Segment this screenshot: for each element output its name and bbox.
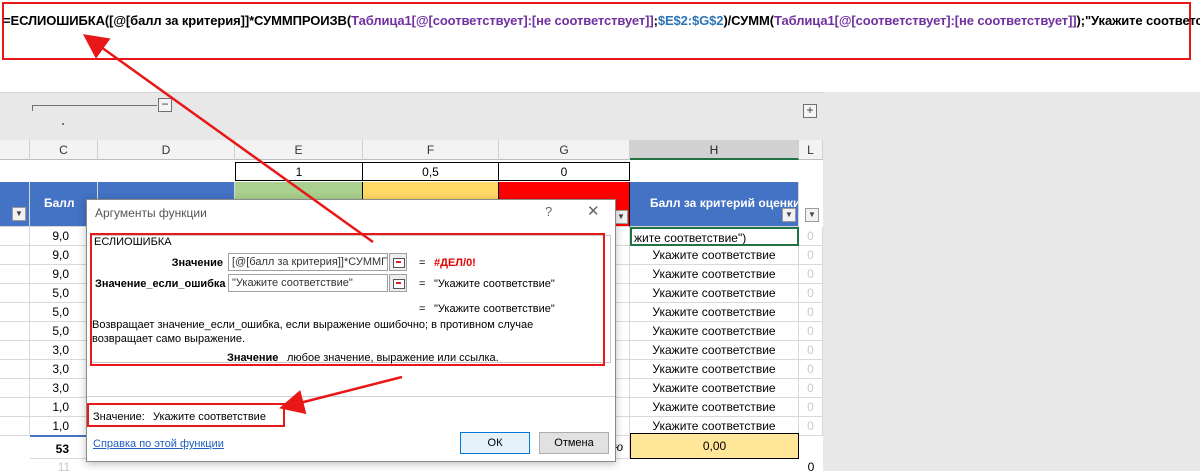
row-cell-l[interactable]: 0	[799, 265, 823, 284]
result-cell-h[interactable]: Укажите соответствие	[630, 303, 799, 322]
row-cell-l[interactable]: 0	[799, 417, 823, 436]
row-cell-l[interactable]: 0	[799, 303, 823, 322]
row-cell-b[interactable]	[0, 417, 30, 436]
weight-cell-g[interactable]: 0	[499, 162, 630, 181]
column-header-blank	[0, 140, 30, 160]
collapse-group-button[interactable]: −	[158, 98, 172, 112]
column-header-c[interactable]: C	[30, 140, 98, 160]
outline-line	[32, 105, 157, 106]
formula-text[interactable]: =ЕСЛИОШИБКА([@[балл за критерия]]*СУММПР…	[3, 13, 1200, 28]
row-cell-l[interactable]: 0	[799, 246, 823, 265]
formula-part: )/СУММ(	[723, 13, 774, 28]
filter-dropdown-icon[interactable]: ▼	[614, 210, 628, 224]
separator	[87, 396, 615, 397]
outline-dot	[62, 123, 64, 125]
formula-range-ref: $E$2:$G$2	[657, 13, 724, 28]
expand-group-button[interactable]: +	[803, 104, 817, 118]
cancel-button[interactable]: Отмена	[539, 432, 609, 454]
column-headers: C D E F G H L	[0, 140, 823, 160]
result-cell-h[interactable]: Укажите соответствие	[630, 398, 799, 417]
total-partial-cell[interactable]: ю	[614, 435, 630, 459]
weight-cell-e[interactable]: 1	[235, 162, 363, 181]
result-cell-h[interactable]: Укажите соответствие	[630, 360, 799, 379]
total-h-cell[interactable]: 0,00	[630, 433, 799, 459]
row-cell-l[interactable]: 0	[799, 360, 823, 379]
column-header-e[interactable]: E	[235, 140, 363, 160]
row-cell-b[interactable]	[0, 246, 30, 265]
row-cell-l[interactable]: 0	[799, 398, 823, 417]
result-cell-h[interactable]: Укажите соответствие	[630, 284, 799, 303]
filter-dropdown-icon[interactable]: ▼	[782, 208, 796, 222]
row-cell-b[interactable]	[0, 360, 30, 379]
row-cell-l[interactable]: 0	[799, 341, 823, 360]
row-cell-b[interactable]	[0, 379, 30, 398]
weight-cell-f[interactable]: 0,5	[363, 162, 499, 181]
column-header-f[interactable]: F	[363, 140, 499, 160]
row-cell-b[interactable]	[0, 322, 30, 341]
filter-dropdown-icon[interactable]: ▼	[12, 207, 26, 221]
row-cell-b[interactable]	[0, 398, 30, 417]
annotation-box-arguments	[90, 233, 605, 366]
row-cell-b[interactable]	[0, 341, 30, 360]
row-cell-b[interactable]	[0, 265, 30, 284]
annotation-box-result	[87, 403, 285, 427]
result-cell-h[interactable]: Укажите соответствие	[630, 265, 799, 284]
formula-bar[interactable]: =ЕСЛИОШИБКА([@[балл за критерия]]*СУММПР…	[0, 0, 1200, 92]
row-cell-l[interactable]: 0	[799, 227, 823, 246]
ok-button[interactable]: ОК	[460, 432, 530, 454]
result-cell-h[interactable]: Укажите соответствие	[630, 341, 799, 360]
help-icon[interactable]: ?	[545, 204, 552, 219]
l-bottom-cell[interactable]: 0	[799, 460, 823, 471]
column-header-g[interactable]: G	[499, 140, 630, 160]
empty-area	[823, 92, 1200, 471]
formula-part: =ЕСЛИОШИБКА([@[балл за критерия]]*СУММПР…	[3, 13, 352, 28]
header-cell-h[interactable]: Балл за критерий оценки	[630, 182, 799, 227]
row-number-ghost: 11	[57, 461, 71, 471]
row-cell-b[interactable]	[0, 227, 30, 246]
row-cell-l[interactable]: 0	[799, 284, 823, 303]
dialog-title: Аргументы функции	[95, 206, 207, 220]
result-cell-h[interactable]: Укажите соответствие	[630, 379, 799, 398]
filter-dropdown-icon[interactable]: ▼	[805, 208, 819, 222]
row-cell-l[interactable]: 0	[799, 322, 823, 341]
column-header-l[interactable]: L	[799, 140, 823, 160]
outline-tick	[32, 105, 33, 111]
formula-table-ref: Таблица1[@[соответствует]:[не соответств…	[773, 13, 1077, 28]
result-cell-h[interactable]: Укажите соответствие	[630, 322, 799, 341]
row-cell-b[interactable]	[0, 303, 30, 322]
result-cell-h[interactable]: Укажите соответствие	[630, 246, 799, 265]
formula-table-ref: Таблица1[@[соответствует]:[не соответств…	[351, 13, 654, 28]
help-link[interactable]: Справка по этой функции	[93, 438, 224, 450]
row-cell-b[interactable]	[0, 284, 30, 303]
outline-area: − +	[0, 92, 823, 140]
close-icon[interactable]: ✕	[587, 202, 600, 220]
formula-part: );"Укажите соответствие")	[1076, 13, 1200, 28]
row-cell-l[interactable]: 0	[799, 379, 823, 398]
column-header-h[interactable]: H	[630, 140, 799, 160]
active-cell-h[interactable]: жите соответствие")	[630, 227, 799, 246]
column-header-d[interactable]: D	[98, 140, 235, 160]
formula-highlight-box	[2, 2, 1191, 60]
